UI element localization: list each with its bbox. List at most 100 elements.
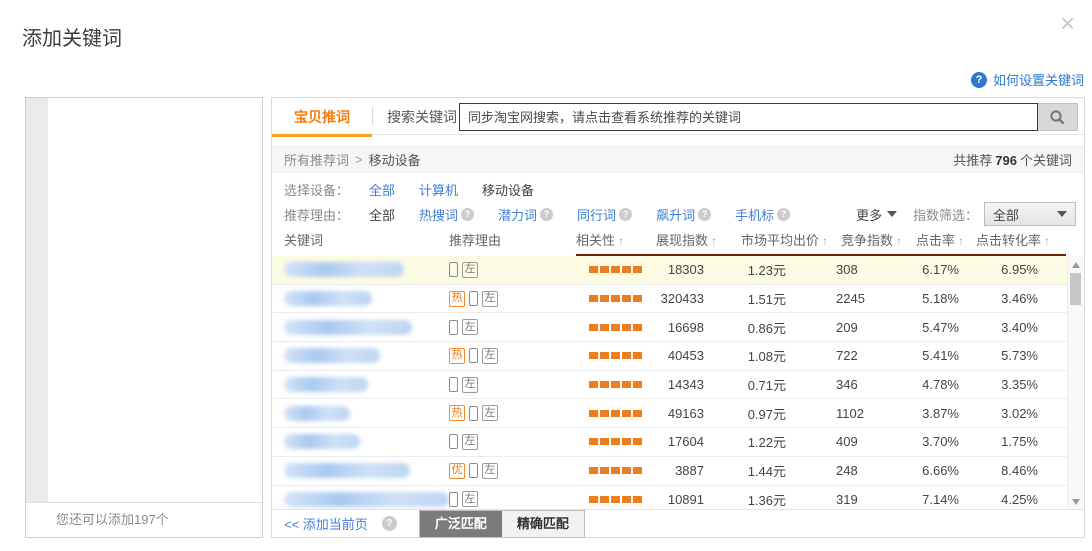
reason-option-4[interactable]: 飙升词?	[656, 205, 711, 224]
cvr-cell: 3.02%	[978, 399, 1038, 427]
scroll-up-button[interactable]	[1068, 258, 1083, 272]
tab-bar: 宝贝推词搜索关键词	[272, 98, 1084, 135]
redacted-keyword	[284, 492, 449, 507]
reason-option-1[interactable]: 热搜词?	[419, 205, 474, 224]
table-header-row: 关键词推荐理由相关性↑展现指数↑市场平均出价↑竞争指数↑点击率↑点击转化率↑	[272, 230, 1084, 254]
cvr-cell: 3.35%	[978, 371, 1038, 399]
reason-badges-cell: 左	[449, 486, 574, 512]
redacted-keyword	[284, 463, 410, 478]
search-button[interactable]	[1038, 103, 1078, 131]
reason-badges-cell: 左	[449, 428, 574, 456]
add-current-page-link[interactable]: << 添加当前页	[284, 514, 368, 533]
match-button-0[interactable]: 广泛匹配	[420, 511, 502, 537]
close-icon[interactable]: ×	[1060, 10, 1075, 36]
tab-item-words[interactable]: 宝贝推词	[272, 100, 372, 137]
match-button-1[interactable]: 精确匹配	[502, 511, 584, 537]
device-option-2[interactable]: 移动设备	[482, 180, 534, 199]
keyword-search-input[interactable]	[459, 103, 1038, 131]
selected-keywords-panel: 您还可以添加197个	[25, 97, 263, 538]
reason-badges-cell: 左	[449, 371, 574, 399]
table-row[interactable]: 热左3204331.51元22455.18%3.46%	[272, 285, 1068, 314]
device-filter-row: 选择设备： 全部计算机移动设备	[272, 178, 1084, 200]
avg-price-cell: 1.36元	[712, 486, 786, 512]
impressions-cell: 16698	[644, 313, 704, 341]
match-help-icon[interactable]: ?	[382, 516, 397, 531]
relevance-block-icon	[611, 324, 620, 331]
sort-arrow-icon[interactable]: ↑	[958, 234, 964, 248]
total-suffix: 个关键词	[1020, 153, 1072, 168]
sort-arrow-icon[interactable]: ↑	[822, 234, 828, 248]
more-filters-link[interactable]: 更多	[856, 205, 897, 224]
device-option-0[interactable]: 全部	[369, 180, 395, 199]
total-prefix: 共推荐	[953, 153, 992, 168]
column-header-3[interactable]: 展现指数↑	[656, 230, 717, 249]
table-row[interactable]: 优左38871.44元2486.66%8.46%	[272, 457, 1068, 486]
reason-option-2[interactable]: 潜力词?	[498, 205, 553, 224]
ctr-cell: 7.14%	[899, 486, 959, 512]
reason-filter-options: 全部 热搜词? 潜力词? 同行词? 飙升词? 手机标?	[369, 205, 814, 224]
sort-arrow-icon[interactable]: ↑	[618, 234, 624, 248]
reason-option-0[interactable]: 全部	[369, 205, 395, 224]
column-header-4[interactable]: 市场平均出价↑	[741, 230, 828, 249]
reason-badges-cell: 优左	[449, 457, 574, 485]
index-filter-value: 全部	[993, 205, 1019, 224]
column-header-7[interactable]: 点击转化率↑	[976, 230, 1050, 249]
keyword-cell	[284, 486, 449, 512]
table-row[interactable]: 左176041.22元4093.70%1.75%	[272, 428, 1068, 457]
avg-price-cell: 0.86元	[712, 313, 786, 341]
competition-cell: 409	[836, 428, 896, 456]
relevance-block-icon	[633, 352, 642, 359]
table-row[interactable]: 左143430.71元3464.78%3.35%	[272, 371, 1068, 400]
device-option-1[interactable]: 计算机	[419, 180, 458, 199]
reason-option-3[interactable]: 同行词?	[577, 205, 632, 224]
help-icon[interactable]: ?	[698, 208, 711, 221]
keyword-cell	[284, 399, 449, 427]
sort-arrow-icon[interactable]: ↑	[1044, 234, 1050, 248]
relevance-block-icon	[589, 410, 598, 417]
help-icon[interactable]: ?	[619, 208, 632, 221]
table-row[interactable]: 热左491630.97元11023.87%3.02%	[272, 399, 1068, 428]
relevance-block-icon	[589, 324, 598, 331]
table-row[interactable]: 左166980.86元2095.47%3.40%	[272, 313, 1068, 342]
scroll-down-button[interactable]	[1068, 495, 1083, 509]
impressions-cell: 10891	[644, 486, 704, 512]
help-icon[interactable]: ?	[540, 208, 553, 221]
left-badge: 左	[462, 377, 478, 393]
relevance-block-icon	[600, 381, 609, 388]
help-icon[interactable]: ?	[461, 208, 474, 221]
relevance-block-icon	[589, 438, 598, 445]
keyword-cell	[284, 342, 449, 370]
left-badge: 左	[462, 491, 478, 507]
left-badge: 左	[462, 434, 478, 450]
tab-search-keywords[interactable]: 搜索关键词	[372, 98, 472, 135]
how-to-set-keywords-link[interactable]: ? 如何设置关键词	[971, 70, 1084, 89]
chevron-down-icon	[887, 211, 897, 217]
column-header-5[interactable]: 竞争指数↑	[841, 230, 902, 249]
competition-cell: 319	[836, 486, 896, 512]
relevance-block-icon	[633, 266, 642, 273]
redacted-keyword	[284, 262, 404, 277]
table-row[interactable]: 热左404531.08元7225.41%5.73%	[272, 342, 1068, 371]
reason-option-5[interactable]: 手机标?	[735, 205, 790, 224]
keyword-cell	[284, 256, 449, 284]
sort-arrow-icon[interactable]: ↑	[711, 234, 717, 248]
index-filter-select[interactable]: 全部	[984, 202, 1076, 226]
reason-filter-row: 推荐理由： 全部热搜词?潜力词?同行词?飙升词?手机标? 更多 指数筛选： 全部	[272, 202, 1084, 226]
impressions-cell: 320433	[644, 285, 704, 313]
scrollbar-thumb[interactable]	[1070, 273, 1081, 305]
table-row[interactable]: 左108911.36元3197.14%4.25%	[272, 486, 1068, 512]
breadcrumb-separator: >	[355, 152, 363, 167]
column-header-6[interactable]: 点击率↑	[916, 230, 964, 249]
relevance-block-icon	[633, 295, 642, 302]
help-icon[interactable]: ?	[777, 208, 790, 221]
sort-arrow-icon[interactable]: ↑	[896, 234, 902, 248]
column-header-2[interactable]: 相关性↑	[576, 230, 624, 249]
left-badge: 左	[462, 262, 478, 278]
table-scrollbar[interactable]	[1067, 256, 1083, 511]
mobile-icon	[469, 348, 478, 363]
redacted-keyword	[284, 291, 372, 306]
breadcrumb-root[interactable]: 所有推荐词	[284, 150, 349, 169]
table-row[interactable]: 左183031.23元3086.17%6.95%	[272, 256, 1068, 285]
relevance-block-icon	[600, 324, 609, 331]
avg-price-cell: 1.08元	[712, 342, 786, 370]
